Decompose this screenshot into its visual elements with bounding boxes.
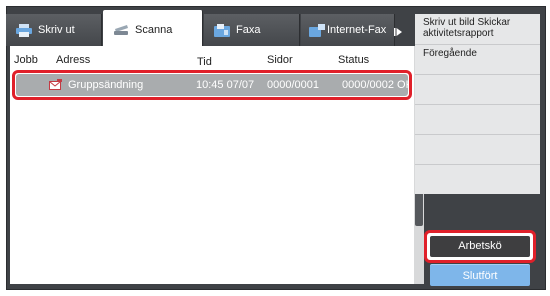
print-report-label: Skriv ut bild Skickar aktivitetsrapport — [423, 17, 511, 39]
print-report-button[interactable]: Skriv ut bild Skickar aktivitetsrapport — [415, 14, 540, 44]
tab-fax[interactable]: Faxa — [204, 14, 300, 46]
column-status: Status — [338, 54, 370, 66]
tab-print[interactable]: Skriv ut — [6, 14, 102, 46]
printer-icon — [16, 24, 32, 37]
side-menu-empty-1 — [415, 74, 540, 104]
row-selection-highlight — [12, 70, 412, 100]
side-menu-empty-2 — [415, 104, 540, 134]
internet-fax-icon — [309, 24, 325, 37]
tab-scan[interactable]: Scanna — [103, 10, 203, 46]
mode-tabs: Skriv ut Scanna Faxa Internet-Fax — [6, 10, 410, 46]
expand-arrow-icon[interactable] — [394, 28, 402, 36]
previous-label: Föregående — [423, 48, 477, 59]
job-queue-button[interactable]: Arbetskö — [430, 236, 530, 257]
job-queue-button-highlight: Arbetskö — [424, 230, 536, 263]
tab-scan-label: Scanna — [135, 24, 173, 36]
column-pages: Sidor — [267, 54, 293, 66]
column-time: Tid — [197, 56, 212, 68]
tab-internet-fax[interactable]: Internet-Fax — [301, 14, 395, 46]
fax-icon — [214, 24, 230, 37]
tab-fax-label: Faxa — [236, 24, 261, 36]
side-menu-empty-4 — [415, 164, 540, 194]
column-address: Adress — [56, 54, 91, 66]
side-menu-empty-3 — [415, 134, 540, 164]
previous-button[interactable]: Föregående — [415, 44, 540, 74]
scanner-icon — [114, 25, 128, 35]
column-job: Jobb — [14, 54, 38, 66]
tab-print-label: Skriv ut — [38, 24, 75, 36]
job-list-panel: Jobb Adress Tid Sidor Status Gruppsändni… — [10, 46, 414, 284]
tab-internet-fax-label: Internet-Fax — [327, 24, 387, 36]
completed-button[interactable]: Slutfört — [430, 264, 530, 286]
